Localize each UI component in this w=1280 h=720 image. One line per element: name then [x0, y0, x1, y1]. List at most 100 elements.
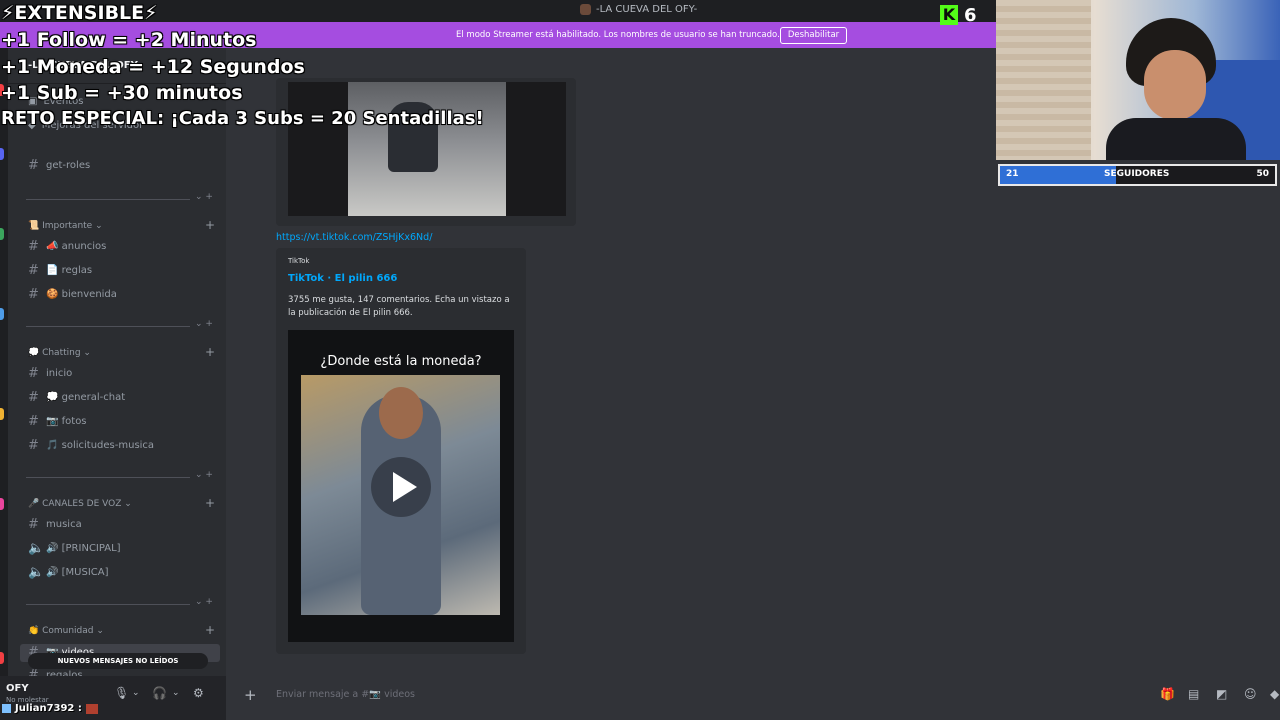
channel-solicitudes-musica[interactable]: # 🎵 solicitudes-musica [28, 438, 154, 453]
viewer-count: 6 [964, 4, 977, 26]
channel-fotos[interactable]: # 📷 fotos [28, 414, 87, 429]
speaker-icon: 🔈 [28, 541, 45, 556]
streamer-body [1106, 118, 1246, 160]
channel-label: 📄 reglas [46, 265, 93, 276]
channel-regalos[interactable]: # regalos [28, 668, 83, 676]
voice-channel-musica[interactable]: 🔈 🔊 [MUSICA] [28, 565, 109, 580]
server-pill[interactable] [0, 408, 4, 420]
kick-viewer-badge: K 6 [940, 4, 984, 26]
category-label: 👏 Comunidad [28, 626, 94, 636]
add-channel-button[interactable]: + [205, 345, 215, 359]
hash-icon: # [28, 390, 39, 405]
emote-icon [85, 703, 98, 714]
overlay-rule: +1 Moneda = +12 Segundos [1, 56, 305, 78]
category-canales-de-voz[interactable]: 🎤 CANALES DE VOZ ⌄ [28, 499, 132, 509]
overlay-rule: +1 Follow = +2 Minutos [1, 29, 257, 51]
chevron-down-icon[interactable]: ⌄ [172, 688, 180, 698]
category-label: 💭 Chatting [28, 348, 81, 358]
gear-icon[interactable]: ⚙ [193, 686, 204, 700]
channel-label: 🍪 bienvenida [46, 289, 117, 300]
chevron-down-icon: ⌄ [96, 626, 104, 636]
channel-label: 🎵 solicitudes-musica [46, 440, 155, 451]
divider [26, 326, 190, 327]
channel-label: 🔊 [PRINCIPAL] [46, 543, 121, 554]
divider-controls[interactable]: ⌄ + [195, 470, 213, 480]
add-channel-button[interactable]: + [205, 218, 215, 232]
embed-description: 3755 me gusta, 147 comentarios. Echa un … [288, 295, 510, 318]
hash-icon: # [28, 239, 39, 254]
channel-label: 📷 fotos [46, 416, 87, 427]
add-channel-button[interactable]: + [205, 496, 215, 510]
category-comunidad[interactable]: 👏 Comunidad ⌄ [28, 626, 104, 636]
embed-title[interactable]: TikTok · El pilin 666 [288, 273, 397, 284]
channel-general-chat[interactable]: # 💭 general-chat [28, 390, 125, 405]
overlay-rule: +1 Sub = +30 minutos [1, 82, 243, 104]
chat-area: https://vt.tiktok.com/ZSHjKx6Nd/ TikTok … [226, 48, 996, 676]
channel-musica[interactable]: # musica [28, 517, 82, 532]
divider [26, 604, 190, 605]
channel-label: musica [46, 519, 82, 530]
user-name[interactable]: OFY [6, 683, 29, 694]
unread-messages-banner[interactable]: NUEVOS MENSAJES NO LEÍDOS [28, 653, 208, 669]
server-pill[interactable] [0, 498, 4, 510]
webcam-feed [996, 0, 1280, 160]
chevron-down-icon: ⌄ [124, 499, 132, 509]
play-icon[interactable] [371, 457, 431, 517]
divider-controls[interactable]: ⌄ + [195, 597, 213, 607]
category-importante[interactable]: 📜 Importante ⌄ [28, 221, 103, 231]
tiktok-link[interactable]: https://vt.tiktok.com/ZSHjKx6Nd/ [276, 232, 432, 243]
category-label: 🎤 CANALES DE VOZ [28, 499, 122, 509]
divider-controls[interactable]: ⌄ + [195, 192, 213, 202]
server-pill[interactable] [0, 148, 4, 160]
embed-provider: TikTok [288, 257, 310, 265]
mic-icon[interactable]: 🎙 [114, 686, 129, 700]
banner-message: El modo Streamer está habilitado. Los no… [456, 30, 780, 40]
add-channel-button[interactable]: + [205, 623, 215, 637]
gif-icon[interactable]: ▤ [1188, 687, 1199, 701]
apps-icon[interactable]: ◆ [1270, 687, 1279, 701]
webcam-background [996, 0, 1091, 160]
server-rail [0, 48, 8, 720]
hash-icon: # [28, 287, 39, 302]
channel-bienvenida[interactable]: # 🍪 bienvenida [28, 287, 117, 302]
goal-current: 21 [1006, 169, 1019, 179]
hash-icon: # [28, 158, 39, 173]
message-input[interactable]: Enviar mensaje a #📷 videos [276, 689, 415, 700]
overlay-challenge: RETO ESPECIAL: ¡Cada 3 Subs = 20 Sentadi… [1, 108, 484, 129]
kick-logo-icon: K [940, 5, 958, 25]
window-title: -LA CUEVA DEL OFY- [580, 4, 697, 15]
stream-chat-message: Julian7392 : [2, 703, 98, 714]
server-pill[interactable] [0, 652, 4, 664]
headset-icon[interactable]: 🎧 [152, 686, 167, 700]
goal-target: 50 [1256, 169, 1269, 179]
overlay-title: ⚡EXTENSIBLE⚡ [1, 2, 158, 24]
channel-inicio[interactable]: # inicio [28, 366, 72, 381]
channel-anuncios[interactable]: # 📣 anuncios [28, 239, 106, 254]
message-input-bar: + Enviar mensaje a #📷 videos 🎁 ▤ ◩ ☺ ◆ [226, 676, 1280, 720]
chevron-down-icon: ⌄ [95, 221, 103, 231]
video-thumbnail[interactable] [288, 82, 566, 216]
divider [26, 199, 190, 200]
channel-reglas[interactable]: # 📄 reglas [28, 263, 92, 278]
chevron-down-icon: ⌄ [83, 348, 91, 358]
hash-icon: # [28, 438, 39, 453]
hash-icon: # [28, 263, 39, 278]
previous-video-embed[interactable] [276, 78, 576, 226]
server-pill[interactable] [0, 308, 4, 320]
chevron-down-icon[interactable]: ⌄ [132, 688, 140, 698]
voice-channel-principal[interactable]: 🔈 🔊 [PRINCIPAL] [28, 541, 121, 556]
chat-username: Julian7392 : [15, 703, 82, 714]
emoji-icon[interactable]: ☺ [1244, 687, 1257, 701]
embed-video[interactable]: ¿Donde está la moneda? [288, 330, 514, 642]
gift-icon[interactable]: 🎁 [1160, 687, 1175, 701]
sticker-icon[interactable]: ◩ [1216, 687, 1227, 701]
disable-streamer-button[interactable]: Deshabilitar [780, 27, 847, 44]
video-subject-head [379, 387, 423, 439]
channel-get-roles[interactable]: # get-roles [28, 158, 90, 173]
category-chatting[interactable]: 💭 Chatting ⌄ [28, 348, 91, 358]
server-pill[interactable] [0, 228, 4, 240]
add-attachment-icon[interactable]: + [244, 686, 257, 704]
speaker-icon: 🔈 [28, 565, 45, 580]
divider-controls[interactable]: ⌄ + [195, 319, 213, 329]
channel-label: 📣 anuncios [46, 241, 107, 252]
